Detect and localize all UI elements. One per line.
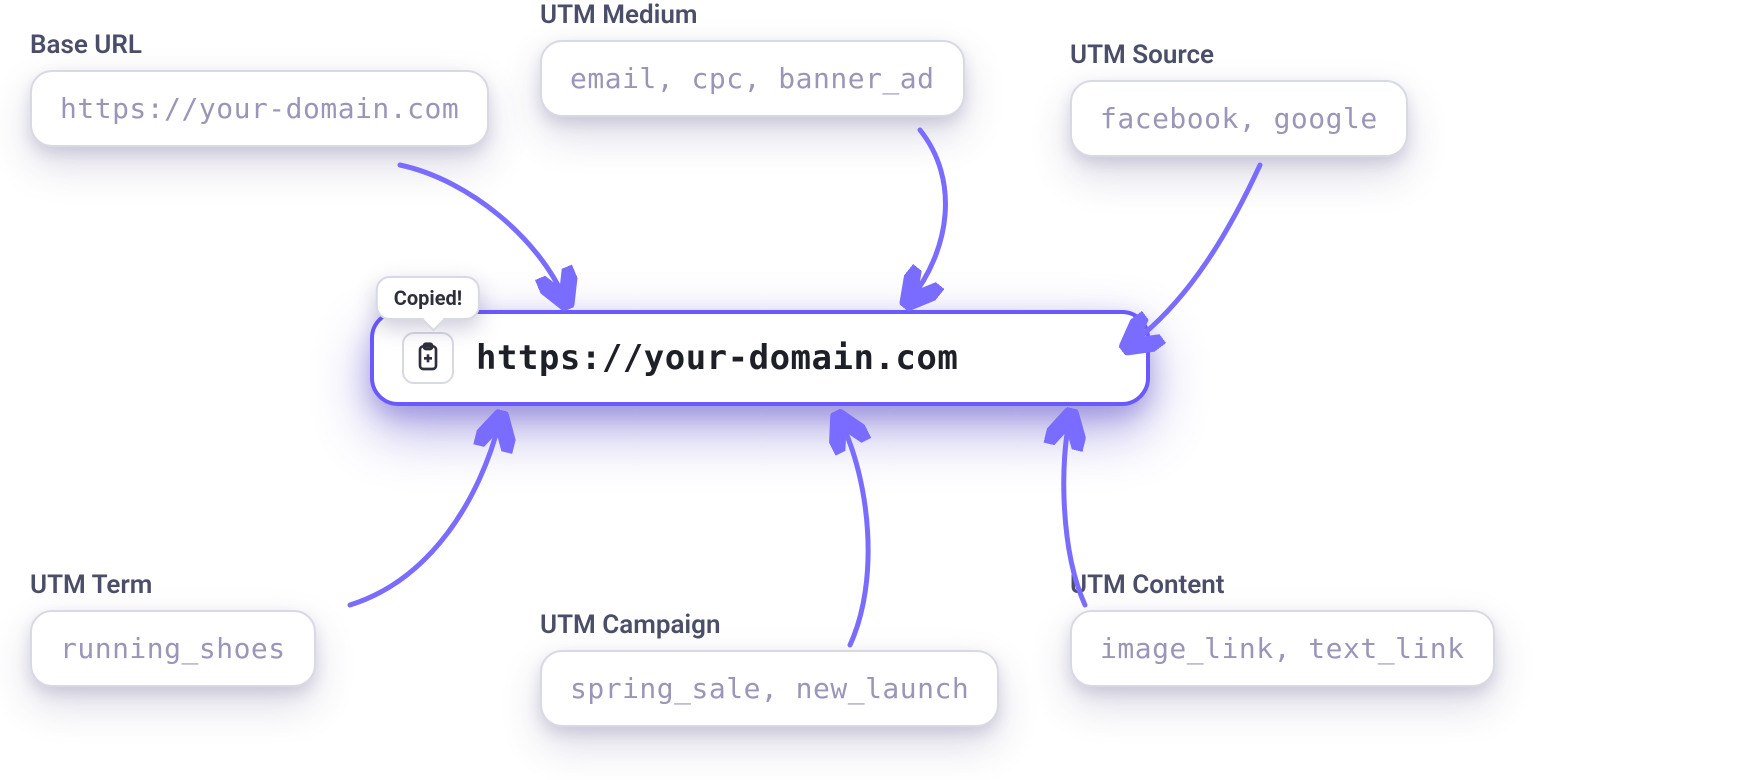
field-utm-term: UTM Term running_shoes xyxy=(30,570,316,687)
field-utm-content: UTM Content image_link, text_link xyxy=(1070,570,1495,687)
label-utm-term: UTM Term xyxy=(30,570,316,600)
copy-button[interactable]: Copied! xyxy=(402,332,454,384)
label-utm-source: UTM Source xyxy=(1070,40,1408,70)
clipboard-plus-icon xyxy=(412,341,444,376)
input-utm-source[interactable]: facebook, google xyxy=(1070,80,1408,157)
label-utm-campaign: UTM Campaign xyxy=(540,610,999,640)
field-base-url: Base URL https://your-domain.com xyxy=(30,30,489,147)
label-utm-medium: UTM Medium xyxy=(540,0,965,30)
field-utm-source: UTM Source facebook, google xyxy=(1070,40,1408,157)
label-base-url: Base URL xyxy=(30,30,489,60)
field-utm-medium: UTM Medium email, cpc, banner_ad xyxy=(540,0,965,117)
result-url: https://your-domain.com xyxy=(476,338,1118,378)
tooltip-copied: Copied! xyxy=(376,276,480,320)
field-utm-campaign: UTM Campaign spring_sale, new_launch xyxy=(540,610,999,727)
input-utm-campaign[interactable]: spring_sale, new_launch xyxy=(540,650,999,727)
input-utm-content[interactable]: image_link, text_link xyxy=(1070,610,1495,687)
label-utm-content: UTM Content xyxy=(1070,570,1495,600)
input-base-url[interactable]: https://your-domain.com xyxy=(30,70,489,147)
input-utm-term[interactable]: running_shoes xyxy=(30,610,316,687)
input-utm-medium[interactable]: email, cpc, banner_ad xyxy=(540,40,965,117)
result-box: Copied! https://your-domain.com xyxy=(370,310,1150,406)
